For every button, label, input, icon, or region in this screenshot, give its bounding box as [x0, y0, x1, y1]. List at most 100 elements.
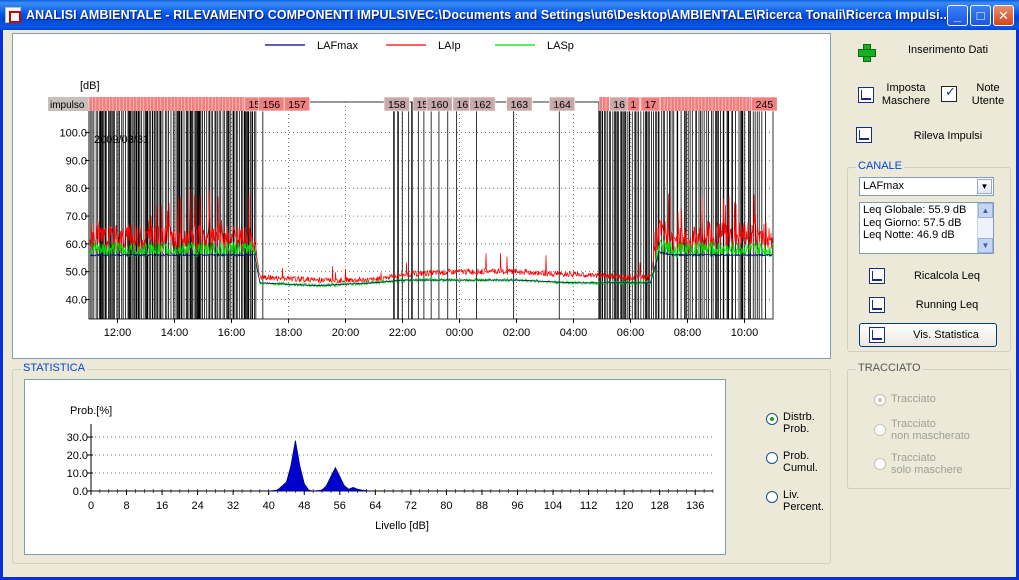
impulse-detect-icon: [856, 127, 872, 143]
x-tick-label: 18:00: [275, 327, 303, 339]
impulse-tag-label: 164: [553, 99, 571, 111]
leq-scrollbar[interactable]: ▲ ▼: [977, 203, 993, 253]
y-tick-label: 70.0: [66, 211, 87, 223]
stat-x-tick-label: 120: [615, 500, 633, 512]
stat-x-tick-label: 80: [440, 500, 452, 512]
application-window: ANALISI AMBIENTALE - RILEVAMENTO COMPONE…: [0, 0, 1019, 580]
x-tick-label: 04:00: [560, 327, 588, 339]
ricalcola-label: Ricalcola Leq: [913, 270, 981, 282]
radio-liv-percent[interactable]: Liv. Percent.: [766, 489, 826, 515]
radio-tracciato[interactable]: Tracciato: [874, 392, 974, 408]
recalc-icon: [869, 268, 885, 284]
tracciato-title: TRACCIATO: [856, 362, 923, 374]
vis-statistica-button[interactable]: Vis. Statistica: [859, 323, 997, 347]
inserimento-label: Inserimento Dati: [907, 44, 989, 56]
impulse-tag-label: 156: [263, 99, 281, 111]
statistica-title: STATISTICA: [21, 362, 87, 374]
radio-label: solo maschere: [891, 464, 963, 476]
radio-label: Distrb.: [783, 411, 815, 423]
radio-dot[interactable]: [766, 491, 778, 503]
radio-label: Prob.: [783, 450, 810, 462]
y-tick-label: 60.0: [66, 239, 87, 251]
y-axis-label: [dB]: [80, 80, 100, 92]
x-tick-label: 20:00: [332, 327, 360, 339]
impulse-tag-label: 1: [630, 99, 636, 111]
radio-label: Cumul.: [783, 462, 818, 474]
y-tick-label: 90.0: [66, 155, 87, 167]
legend-label: LASp: [547, 40, 574, 52]
main-time-chart[interactable]: LAFmax LAIp LASp [dB] 40.0 50.0 60.0 70.0 80.0…: [12, 33, 831, 359]
x-tick-label: 06:00: [617, 327, 645, 339]
window-title: ANALISI AMBIENTALE - RILEVAMENTO COMPONE…: [26, 8, 955, 22]
radio-label: Tracciato: [891, 418, 936, 430]
radio-distrb-prob[interactable]: Distrb. Prob.: [766, 411, 826, 437]
probability-area: [268, 440, 371, 492]
impulse-tag-label: 162: [474, 99, 492, 111]
statistics-icon: [869, 327, 885, 343]
radio-non-mascherato[interactable]: Tracciato non mascherato: [874, 418, 984, 446]
statistics-chart[interactable]: Prob.[%] 0.0 10.0 20.0 30.0 0 8 16 24 32 40 48 56 6…: [24, 379, 726, 555]
radio-solo-maschere[interactable]: Tracciato solo maschere: [874, 452, 984, 480]
leq-globale: Leq Globale: 55.9 dB: [863, 204, 967, 216]
chevron-down-icon[interactable]: ▼: [977, 179, 992, 194]
stat-y-tick-label: 20.0: [67, 450, 88, 462]
scroll-up-icon[interactable]: ▲: [978, 203, 993, 218]
ricalcola-leq-button[interactable]: Ricalcola Leq: [867, 266, 997, 288]
radio-label: non mascherato: [891, 430, 970, 442]
rileva-label: Rileva Impulsi: [913, 130, 983, 142]
stat-x-tick-label: 24: [192, 500, 204, 512]
stat-x-tick-label: 40: [263, 500, 275, 512]
impulse-tag-label: 158: [388, 99, 406, 111]
radio-label: Tracciato: [891, 452, 936, 464]
stat-x-tick-label: 48: [298, 500, 310, 512]
radio-dot[interactable]: [874, 458, 886, 470]
leq-notte: Leq Notte: 46.9 dB: [863, 229, 955, 241]
stat-chart-svg: Prob.[%] 0.0 10.0 20.0 30.0 0 8 16 24 32 40 48 56 6…: [67, 405, 714, 532]
inserimento-dati-button[interactable]: Inserimento Dati: [856, 42, 1006, 64]
imposta-maschere-button[interactable]: Imposta Maschere: [856, 82, 934, 110]
stat-x-tick-label: 88: [476, 500, 488, 512]
stat-x-tick-label: 128: [651, 500, 669, 512]
stat-x-tick-label: 16: [156, 500, 168, 512]
stat-x-tick-label: 56: [334, 500, 346, 512]
note-label-1: Note: [976, 82, 1000, 94]
date-annotation: 2009/03/31: [94, 134, 149, 146]
running-icon: [869, 297, 885, 313]
imposta-label-1: Imposta: [886, 82, 926, 94]
radio-dot[interactable]: [874, 394, 886, 406]
minimize-button[interactable]: _: [947, 5, 968, 26]
rileva-impulsi-button[interactable]: Rileva Impulsi: [856, 127, 1006, 149]
stat-x-tick-label: 8: [123, 500, 129, 512]
statistica-label: Vis. Statistica: [913, 329, 979, 341]
plus-icon: [858, 44, 876, 62]
y-tick-label: 100.0: [59, 128, 87, 140]
radio-label: Prob.: [783, 423, 810, 435]
impulse-tag-label: 157: [288, 99, 306, 111]
impulse-band: [89, 97, 258, 111]
radio-dot[interactable]: [766, 413, 778, 425]
title-bar[interactable]: ANALISI AMBIENTALE - RILEVAMENTO COMPONE…: [0, 0, 1019, 30]
imposta-label-2: Maschere: [881, 95, 931, 107]
x-tick-label: 14:00: [161, 327, 189, 339]
maximize-button[interactable]: □: [970, 5, 991, 26]
radio-dot[interactable]: [766, 452, 778, 464]
close-button[interactable]: ✕: [993, 5, 1014, 26]
radio-dot[interactable]: [874, 424, 886, 436]
canale-title: CANALE: [856, 160, 905, 172]
leq-list[interactable]: Leq Globale: 55.9 dB Leq Giorno: 57.5 dB…: [859, 202, 994, 254]
x-tick-label: 16:00: [218, 327, 246, 339]
impulse-tag-label: 160: [431, 99, 449, 111]
stat-x-tick-label: 112: [580, 500, 598, 512]
running-leq-button[interactable]: Running Leq: [867, 295, 997, 317]
note-utente-button[interactable]: ✓ Note Utente: [939, 82, 1009, 110]
running-label: Running Leq: [915, 299, 979, 311]
radio-prob-cumul[interactable]: Prob. Cumul.: [766, 450, 826, 476]
x-tick-label: 08:00: [674, 327, 702, 339]
canale-select[interactable]: LAFmax ▼: [859, 177, 994, 196]
note-label-2: Utente: [971, 95, 1005, 107]
note-edit-icon: ✓: [941, 84, 957, 102]
impulse-tag-label: 16: [613, 99, 625, 111]
radio-label: Percent.: [783, 501, 824, 513]
scroll-down-icon[interactable]: ▼: [978, 238, 993, 253]
app-icon: [5, 7, 21, 23]
